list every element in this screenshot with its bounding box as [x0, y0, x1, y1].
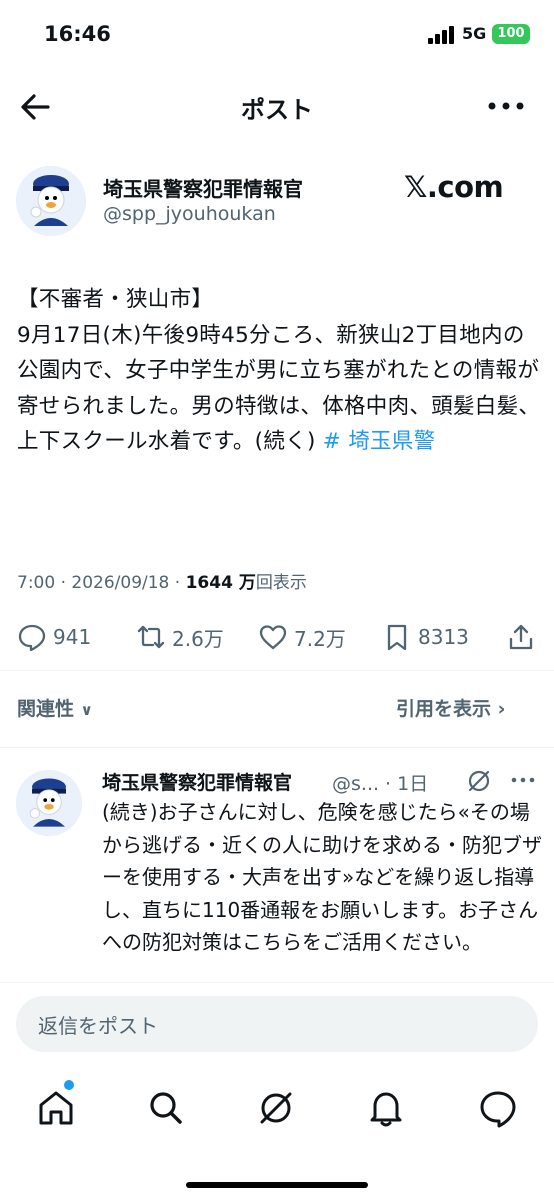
hashtag-link[interactable]: # 埼玉県警	[323, 429, 436, 454]
view-quotes-link[interactable]: 引用を表示 ›	[396, 694, 505, 721]
repost-icon	[137, 625, 165, 649]
page-title: ポスト	[241, 96, 313, 124]
reply-text: (続き)お子さんに対し、危険を感じたら«その場から逃げる・近くの人に助けを求める…	[102, 800, 542, 954]
bookmark-count: 8313	[418, 625, 469, 649]
divider	[0, 670, 554, 671]
bookmark-icon	[387, 624, 407, 651]
status-time: 16:46	[44, 22, 111, 46]
more-icon[interactable]	[510, 770, 536, 790]
bell-icon[interactable]	[366, 1088, 406, 1128]
reply-author-handle[interactable]: @s... · 1日	[332, 769, 428, 796]
post-timestamp: 7:00 · 2026/09/18 ·	[17, 573, 186, 593]
signal-icon	[428, 26, 454, 44]
grok-icon[interactable]	[466, 768, 492, 794]
repost-button[interactable]: 2.6万	[136, 620, 224, 654]
search-icon[interactable]	[146, 1088, 186, 1128]
chevron-right-icon: ›	[497, 698, 506, 720]
reply-button[interactable]: 941	[17, 620, 91, 654]
author-handle[interactable]: @spp_jyouhoukan	[103, 203, 276, 225]
heart-icon	[259, 625, 287, 650]
post-text: 【不審者・狭山市】 9月17日(木)午後9時45分ころ、新狭山2丁目地内の公園内…	[17, 282, 541, 460]
network-label: 5G	[462, 24, 487, 43]
quotes-label: 引用を表示	[396, 698, 492, 720]
reply-placeholder: 返信をポスト	[38, 1014, 158, 1038]
reply-icon	[18, 624, 46, 652]
share-icon	[509, 624, 533, 650]
like-button[interactable]: 7.2万	[258, 620, 346, 654]
reply-avatar[interactable]	[16, 770, 82, 836]
reply-author-name[interactable]: 埼玉県警察犯罪情報官	[102, 768, 292, 795]
notification-dot	[64, 1080, 74, 1090]
reply-count: 941	[53, 625, 92, 649]
home-icon[interactable]	[36, 1088, 76, 1128]
author-name[interactable]: 埼玉県警察犯罪情報官	[103, 173, 303, 202]
share-button[interactable]	[506, 620, 542, 654]
chevron-down-icon: ∨	[80, 701, 93, 719]
post-body: 【不審者・狭山市】 9月17日(木)午後9時45分ころ、新狭山2丁目地内の公園内…	[17, 287, 541, 454]
bookmark-button[interactable]: 8313	[382, 620, 469, 654]
x-logo: 𝕏.com	[404, 170, 504, 204]
messages-icon[interactable]	[478, 1088, 518, 1128]
divider	[0, 747, 554, 748]
police-mascot-icon	[16, 770, 82, 836]
home-indicator	[186, 1182, 368, 1188]
repost-count: 2.6万	[172, 626, 224, 651]
sort-relevance-dropdown[interactable]: 関連性 ∨	[17, 694, 93, 721]
police-mascot-icon	[16, 166, 86, 236]
post-meta: 7:00 · 2026/09/18 · 1644 万回表示	[17, 568, 307, 593]
view-count: 1644 万	[185, 573, 256, 593]
view-label: 回表示	[255, 573, 307, 593]
battery-icon: 100	[492, 24, 530, 44]
like-count: 7.2万	[294, 626, 346, 651]
sort-label: 関連性	[17, 698, 75, 720]
avatar[interactable]	[16, 166, 86, 236]
back-arrow-icon[interactable]	[18, 90, 52, 124]
grok-icon[interactable]	[256, 1088, 296, 1128]
more-icon[interactable]	[486, 96, 526, 116]
